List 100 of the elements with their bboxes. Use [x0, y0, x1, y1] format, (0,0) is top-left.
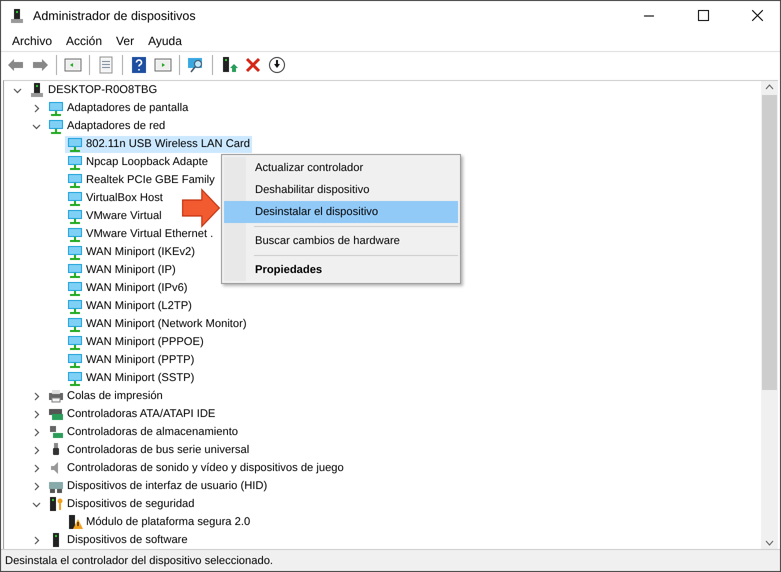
computer-icon [29, 82, 45, 98]
tree-row[interactable]: WAN Miniport (Network Monitor) [65, 316, 249, 332]
network-icon [67, 352, 83, 368]
tree-item-label: WAN Miniport (IP) [86, 264, 176, 276]
tree-row[interactable]: Colas de impresión [46, 388, 165, 404]
tree-row[interactable]: Controladoras de bus serie universal [46, 442, 252, 458]
expand-chevron-icon[interactable] [32, 536, 41, 544]
tree-row[interactable]: Dispositivos de software [46, 532, 190, 548]
security-key-icon [48, 496, 64, 512]
tree-item-label: Adaptadores de pantalla [67, 102, 188, 114]
tree-row[interactable]: WAN Miniport (IP) [65, 262, 178, 278]
context-menu-item[interactable]: Deshabilitar dispositivo [224, 179, 458, 201]
tree-row[interactable]: WAN Miniport (SSTP) [65, 370, 196, 386]
tree-item-label: WAN Miniport (Network Monitor) [86, 318, 247, 330]
menu-item[interactable]: Archivo [5, 32, 60, 50]
tree-item-label: VMware Virtual Ethernet . [86, 228, 214, 240]
tree-row[interactable]: Dispositivos de seguridad [46, 496, 196, 512]
network-icon [67, 316, 83, 332]
tree-row[interactable]: Controladoras de sonido y vídeo y dispositivos de juego [46, 460, 346, 476]
tree-item-label: Controladoras de almacenamiento [67, 426, 238, 438]
expand-chevron-icon[interactable] [32, 446, 41, 454]
collapse-chevron-icon[interactable] [32, 122, 41, 130]
tree-row[interactable]: VMware Virtual Ethernet . [65, 226, 216, 242]
tree-item-label: Dispositivos de seguridad [67, 498, 194, 510]
tree-item-label: Dispositivos de software [67, 534, 188, 546]
network-icon [67, 334, 83, 350]
scrollbar-thumb[interactable] [762, 95, 777, 390]
tree-item-label: VirtualBox Host [86, 192, 163, 204]
tree-item-label: Controladoras de bus serie universal [67, 444, 250, 456]
tree-row[interactable]: WAN Miniport (PPTP) [65, 352, 196, 368]
expand-chevron-icon[interactable] [32, 464, 41, 472]
tree-row[interactable]: WAN Miniport (PPPOE) [65, 334, 206, 350]
tree-row[interactable]: Adaptadores de red [46, 118, 168, 134]
context-menu-item[interactable]: Buscar cambios de hardware [224, 230, 458, 252]
collapse-chevron-icon[interactable] [13, 86, 22, 94]
collapse-chevron-icon[interactable] [32, 500, 41, 508]
tree-row[interactable]: Realtek PCIe GBE Family [65, 172, 217, 188]
network-icon [67, 262, 83, 278]
expand-chevron-icon[interactable] [32, 104, 41, 112]
tree-row[interactable]: WAN Miniport (L2TP) [65, 298, 194, 314]
tree-row[interactable]: Controladoras de almacenamiento [46, 424, 240, 440]
tree-item-label: Controladoras de sonido y vídeo y dispositivos de juego [67, 462, 344, 474]
window-title: Administrador de dispositivos [33, 8, 197, 22]
tree-item-label: Dispositivos de interfaz de usuario (HID) [67, 480, 268, 492]
controller-icon [48, 406, 64, 422]
network-icon [67, 370, 83, 386]
tree-row[interactable]: Dispositivos de interfaz de usuario (HID) [46, 478, 270, 494]
tree-row[interactable]: DESKTOP-R0O8TBG [27, 82, 160, 98]
network-icon [67, 136, 83, 152]
printer-icon [48, 388, 64, 404]
tree-item-label: WAN Miniport (IKEv2) [86, 246, 195, 258]
network-icon [67, 190, 83, 206]
network-icon [48, 118, 64, 134]
expand-chevron-icon[interactable] [32, 482, 41, 490]
context-menu-item[interactable]: Desinstalar el dispositivo [224, 201, 458, 223]
tree-row[interactable]: Módulo de plataforma segura 2.0 [65, 514, 252, 530]
tree-row[interactable]: Adaptadores de pantalla [46, 100, 190, 116]
tree-item-label: VMware Virtual [86, 210, 162, 222]
menu-item[interactable]: Acción [59, 32, 110, 50]
storage-icon [48, 424, 64, 440]
tree-row[interactable]: WAN Miniport (IPv6) [65, 280, 190, 296]
tree-item-label: WAN Miniport (PPTP) [86, 354, 194, 366]
expand-chevron-icon[interactable] [32, 428, 41, 436]
menu-item[interactable]: Ayuda [141, 32, 189, 50]
monitor-icon [48, 100, 64, 116]
tree-row[interactable]: Npcap Loopback Adapte [65, 154, 210, 170]
tree-item-label: WAN Miniport (IPv6) [86, 282, 188, 294]
tree-item-label: WAN Miniport (L2TP) [86, 300, 192, 312]
tree-row[interactable]: VirtualBox Host [65, 190, 165, 206]
tree-item-label: WAN Miniport (SSTP) [86, 372, 194, 384]
pointing-arrow [181, 188, 221, 228]
tree-item-label: Colas de impresión [67, 390, 163, 402]
tree-item-label: WAN Miniport (PPPOE) [86, 336, 204, 348]
warning-icon [67, 514, 83, 530]
status-text: Desinstala el controlador del dispositivo seleccionado. [5, 554, 274, 566]
close-icon [752, 10, 762, 21]
tree-item-label: Módulo de plataforma segura 2.0 [86, 516, 250, 528]
network-icon [67, 244, 83, 260]
network-icon [67, 172, 83, 188]
menu-item[interactable]: Ver [109, 32, 142, 50]
scrollbar[interactable] [761, 81, 778, 549]
tree-item-label: DESKTOP-R0O8TBG [48, 84, 158, 96]
tree-item-label: Controladoras ATA/ATAPI IDE [67, 408, 216, 420]
network-icon [67, 280, 83, 296]
tree-item-label: Realtek PCIe GBE Family [86, 174, 215, 186]
tree-item-label: Npcap Loopback Adapte [86, 156, 208, 168]
tree-item-label: Adaptadores de red [67, 120, 166, 132]
expand-chevron-icon[interactable] [32, 392, 41, 400]
network-icon [67, 226, 83, 242]
tree-row[interactable]: Controladoras ATA/ATAPI IDE [46, 406, 218, 422]
app-icon [9, 8, 25, 24]
network-icon [67, 208, 83, 224]
context-menu-item[interactable]: Propiedades [224, 259, 458, 281]
tree-row[interactable]: WAN Miniport (IKEv2) [65, 244, 197, 260]
tree-row[interactable]: VMware Virtual [65, 208, 164, 224]
context-menu-item[interactable]: Actualizar controlador [224, 157, 458, 179]
expand-chevron-icon[interactable] [32, 410, 41, 418]
tree-row[interactable]: 802.11n USB Wireless LAN Card [65, 136, 252, 152]
network-icon [67, 154, 83, 170]
maximize-icon [698, 10, 708, 21]
